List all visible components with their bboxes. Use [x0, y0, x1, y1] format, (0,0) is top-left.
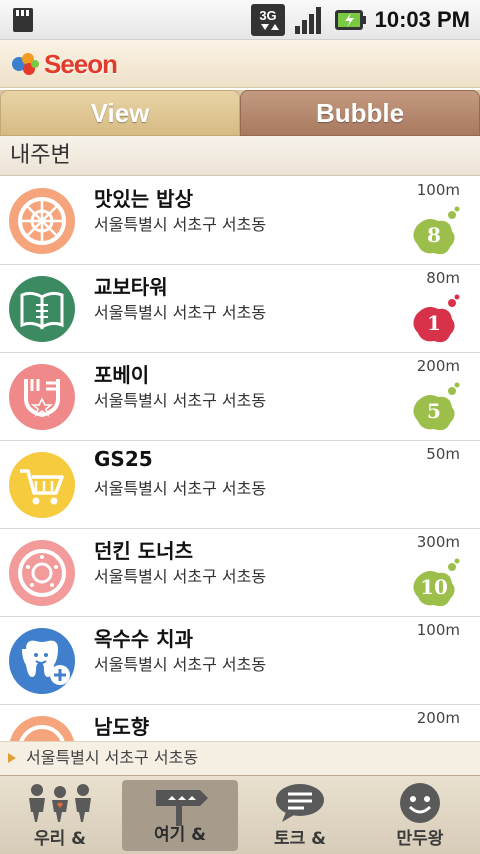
place-distance: 100m [416, 181, 460, 199]
nav-item-talk[interactable]: 토크 & [240, 776, 360, 854]
bubble-count-badge[interactable]: 10 [406, 557, 462, 613]
place-name: 교보타워 [94, 275, 168, 299]
restaurant-icon [9, 188, 75, 254]
list-item[interactable]: 교보타워 서울특별시 서초구 서초동 80m 1 [0, 265, 480, 353]
clock: 10:03 PM [374, 7, 470, 32]
cart-icon [9, 452, 75, 518]
place-address: 서울특별시 서초구 서초동 [94, 215, 267, 234]
list-item[interactable]: GS25 서울특별시 서초구 서초동 50m [0, 441, 480, 529]
place-name: 옥수수 치과 [94, 627, 193, 651]
section-title: 내주변 [0, 136, 480, 176]
place-name: 던킨 도너츠 [94, 539, 193, 563]
places-list: 맛있는 밥상 서울특별시 서초구 서초동 100m 8 교보타워 서울특별시 서… [0, 177, 480, 741]
logo-text: Seeon [44, 48, 118, 79]
fork-star-icon [9, 364, 75, 430]
arrow-right-icon [8, 753, 16, 763]
place-distance: 200m [416, 709, 460, 727]
nav-label: 만두왕 [396, 829, 444, 849]
battery-charging-icon [334, 10, 366, 30]
chat-icon [276, 784, 324, 822]
network-3g-icon: 3G [250, 4, 285, 36]
place-name: GS25 [94, 447, 153, 471]
place-distance: 100m [416, 621, 460, 639]
nav-item-profile[interactable]: 만두왕 [360, 776, 480, 854]
place-name: 남도향 [94, 715, 150, 739]
nav-item-here[interactable]: 여기 & [122, 780, 238, 851]
place-name: 포베이 [94, 363, 150, 387]
signal-strength-icon [294, 7, 321, 34]
bubble-count-badge[interactable]: 5 [406, 381, 462, 437]
current-location-text: 서울특별시 서초구 서초동 [26, 748, 199, 767]
bubble-count-badge[interactable]: 1 [406, 293, 462, 349]
nav-label: 토크 & [273, 829, 327, 849]
place-name: 맛있는 밥상 [94, 187, 193, 211]
place-address: 서울특별시 서초구 서초동 [94, 391, 267, 410]
tab-bubble[interactable]: Bubble [240, 90, 480, 136]
list-item[interactable]: 포베이 서울특별시 서초구 서초동 200m 5 [0, 353, 480, 441]
tooth-icon [9, 628, 75, 694]
place-address: 서울특별시 서초구 서초동 [94, 303, 267, 322]
tab-view[interactable]: View [0, 90, 240, 136]
tab-bubble-label: Bubble [315, 97, 405, 128]
bottom-navigation: 우리 & 여기 & 토크 & 만두왕 [0, 775, 480, 854]
place-address: 서울특별시 서초구 서초동 [94, 655, 267, 674]
bubble-count: 1 [427, 311, 441, 335]
place-distance: 200m [416, 357, 460, 375]
list-item[interactable]: 던킨 도너츠 서울특별시 서초구 서초동 300m 10 [0, 529, 480, 617]
bubble-count: 10 [420, 575, 448, 599]
network-type-label: 3G [259, 8, 276, 23]
book-icon [9, 276, 75, 342]
logo-icon [12, 53, 39, 75]
donut-icon [9, 540, 75, 606]
place-distance: 50m [426, 445, 460, 463]
people-icon [29, 784, 91, 822]
bubble-count: 8 [427, 223, 441, 247]
bubble-count-badge[interactable]: 8 [406, 205, 462, 261]
place-distance: 80m [426, 269, 460, 287]
place-address: 서울특별시 서초구 서초동 [94, 479, 267, 498]
tab-view-label: View [90, 97, 150, 128]
place-distance: 300m [416, 533, 460, 551]
restaurant-icon [9, 716, 75, 741]
sd-card-icon [13, 8, 33, 32]
nav-item-people[interactable]: 우리 & [0, 776, 120, 854]
signpost-icon [156, 790, 208, 826]
nav-label: 우리 & [33, 829, 87, 849]
list-item[interactable]: 맛있는 밥상 서울특별시 서초구 서초동 100m 8 [0, 177, 480, 265]
view-tabs: View Bubble [0, 90, 480, 136]
smiley-icon [400, 783, 440, 823]
list-item[interactable]: 옥수수 치과 서울특별시 서초구 서초동 100m [0, 617, 480, 705]
app-logo: Seeon [10, 48, 118, 80]
list-item[interactable]: 남도향 200m [0, 705, 480, 741]
bubble-count: 5 [427, 399, 441, 423]
place-address: 서울특별시 서초구 서초동 [94, 567, 267, 586]
status-bar: 3G 10:03 PM [0, 0, 480, 40]
current-location-bar[interactable]: 서울특별시 서초구 서초동 [0, 741, 480, 775]
app-header: Seeon [0, 40, 480, 88]
